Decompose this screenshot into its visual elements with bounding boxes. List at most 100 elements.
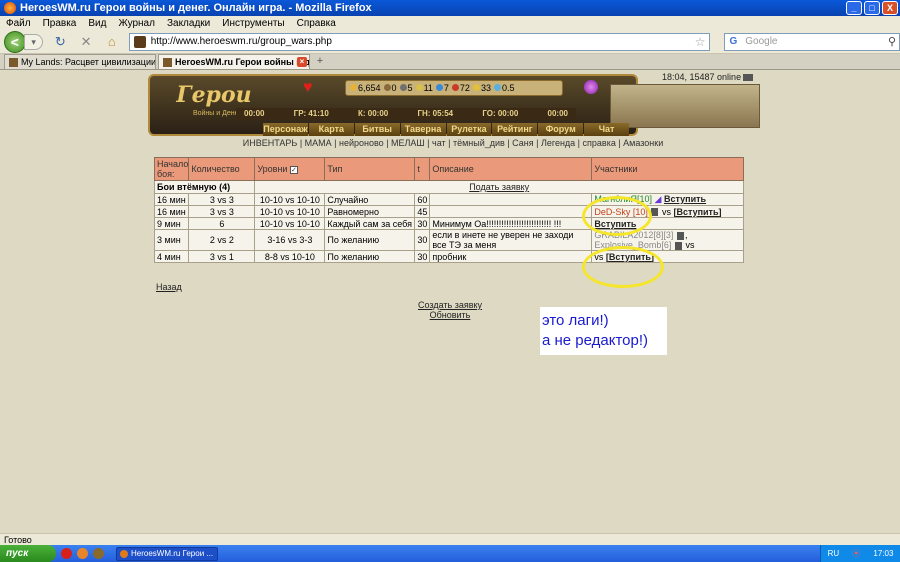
menu-bookmarks[interactable]: Закладки <box>167 18 210 29</box>
nav-roulette[interactable]: Рулетка <box>446 123 492 136</box>
nav-chat[interactable]: Чат <box>584 123 629 136</box>
col-description: Описание <box>429 157 593 181</box>
start-button[interactable]: пуск <box>0 545 56 562</box>
col-time: t <box>414 157 431 181</box>
tab-strip: My Lands: Расцвет цивилизации: Арх... He… <box>0 54 900 70</box>
search-bar[interactable]: G Google ⚲ <box>724 32 900 51</box>
highlight-circle <box>582 196 652 236</box>
taskbar-window-item[interactable]: HeroesWM.ru Герои ... <box>116 546 218 561</box>
page-content: Герои Войны и Денег ♥ 6,654 0 5 11 7 72 … <box>0 70 900 533</box>
timer-k: К: 00:00 <box>358 109 389 118</box>
menu-help[interactable]: Справка <box>297 18 336 29</box>
menu-tools[interactable]: Инструменты <box>222 18 284 29</box>
castle-banner[interactable] <box>610 84 760 128</box>
bookmark-star-icon[interactable]: ☆ <box>695 35 706 49</box>
firefox-icon[interactable] <box>77 548 88 559</box>
table-header-row: Начало боя: Количество Уровни ✓ Тип t Оп… <box>153 157 744 181</box>
menu-history[interactable]: Журнал <box>118 18 155 29</box>
submit-request-link[interactable]: Подать заявку <box>469 182 529 192</box>
tab-close-icon[interactable]: × <box>297 57 307 67</box>
search-icon[interactable]: ⚲ <box>888 35 896 48</box>
game-sub-nav[interactable]: ИНВЕНТАРЬ | МАМА | нейроново | МЕЛАШ | ч… <box>238 138 668 148</box>
group-wars-table: Начало боя: Количество Уровни ✓ Тип t Оп… <box>153 157 744 263</box>
resource-sulfur: 11 <box>415 83 433 93</box>
timer-gn: ГН: 05:54 <box>417 109 454 118</box>
resource-bar: 6,654 0 5 11 7 72 33 0.5 <box>345 80 563 96</box>
ore-icon <box>399 84 407 91</box>
refresh-link[interactable]: Обновить <box>400 310 500 320</box>
gold-icon <box>350 84 357 91</box>
timer: 00:00 <box>547 109 568 118</box>
nav-rating[interactable]: Рейтинг <box>492 123 538 136</box>
firefox-icon <box>4 2 16 14</box>
action-links: Создать заявку Обновить <box>400 300 500 320</box>
group-title: Бои втёмную (4) <box>153 180 256 194</box>
table-row: 16 мин 3 vs 3 10-10 vs 10-10 Равномерно … <box>153 205 744 218</box>
join-button[interactable]: [Вступить] <box>673 207 721 217</box>
wood-icon <box>383 84 391 91</box>
antivirus-icon[interactable]: ⦿ <box>852 548 860 559</box>
annotation-note: это лаги!) а не редактор!) <box>540 307 667 355</box>
timer: 00:00 <box>244 109 265 118</box>
clan-icon <box>674 241 682 250</box>
nav-forum[interactable]: Форум <box>538 123 584 136</box>
nav-map[interactable]: Карта <box>308 123 354 136</box>
tab-label: My Lands: Расцвет цивилизации: Арх... <box>21 57 156 67</box>
highlight-circle <box>582 246 664 288</box>
window-title: HeroesWM.ru Герои войны и денег. Онлайн … <box>20 2 372 14</box>
browser-icon[interactable] <box>93 548 104 559</box>
menu-edit[interactable]: Правка <box>43 18 77 29</box>
clan-icon <box>676 231 684 240</box>
stop-icon[interactable]: ✕ <box>77 33 95 51</box>
menu-file[interactable]: Файл <box>6 18 31 29</box>
resource-gems: 72 <box>451 83 470 93</box>
opera-icon[interactable] <box>61 548 72 559</box>
menu-view[interactable]: Вид <box>88 18 106 29</box>
annotation-line-2: а не редактор!) <box>542 332 649 349</box>
close-button[interactable]: X <box>882 1 898 15</box>
menu-bar: Файл Правка Вид Журнал Закладки Инструме… <box>0 16 900 30</box>
new-tab-button[interactable]: + <box>312 54 328 69</box>
game-main-nav: Персонаж Карта Битвы Таверна Рулетка Рей… <box>263 123 629 136</box>
home-icon[interactable]: ⌂ <box>103 33 121 51</box>
window-titlebar: HeroesWM.ru Герои войны и денег. Онлайн … <box>0 0 900 16</box>
nav-character[interactable]: Персонаж <box>263 123 308 136</box>
resource-diamonds: 0.5 <box>493 83 514 93</box>
forward-dropdown-button[interactable]: ▾ <box>23 33 44 50</box>
nav-battles[interactable]: Битвы <box>354 123 400 136</box>
system-tray: RU ⦿ 17:03 <box>820 545 900 562</box>
reload-icon[interactable]: ↻ <box>51 33 69 51</box>
tab-heroeswm[interactable]: HeroesWM.ru Герои войны и ден... × <box>158 54 310 69</box>
timer-go: ГО: 00:00 <box>482 109 519 118</box>
navigation-toolbar: < ▾ ↻ ✕ ⌂ http://www.heroeswm.ru/group_w… <box>0 30 900 54</box>
annotation-line-1: это лаги!) <box>542 312 609 329</box>
col-participants: Участники <box>591 157 744 181</box>
nav-tavern[interactable]: Таверна <box>400 123 446 136</box>
resource-crystal: 7 <box>435 83 449 93</box>
diamond-icon <box>493 84 501 91</box>
tab-mylands[interactable]: My Lands: Расцвет цивилизации: Арх... <box>4 54 156 69</box>
col-start: Начало боя: <box>153 157 190 181</box>
group-header-row: Бои втёмную (4) Подать заявку <box>153 180 744 194</box>
site-favicon <box>133 35 146 48</box>
mail-icon[interactable] <box>743 74 754 82</box>
resource-wood: 0 <box>383 83 397 93</box>
create-request-link[interactable]: Создать заявку <box>400 300 500 310</box>
resource-mercury: 33 <box>472 83 491 93</box>
back-button[interactable]: < <box>4 30 26 53</box>
minimize-button[interactable]: _ <box>846 1 862 15</box>
language-indicator[interactable]: RU <box>828 549 840 558</box>
timers-strip: 00:00 ГР: 41:10 К: 00:00 ГН: 05:54 ГО: 0… <box>236 108 576 120</box>
resource-gold: 6,654 <box>350 83 381 93</box>
join-button[interactable]: Вступить <box>664 194 706 204</box>
server-clock: 18:04, 15487 online <box>662 72 754 82</box>
address-bar[interactable]: http://www.heroeswm.ru/group_wars.php ☆ <box>128 32 711 51</box>
google-icon[interactable]: G <box>729 36 737 47</box>
col-levels: Уровни ✓ <box>254 157 326 181</box>
address-text: http://www.heroeswm.ru/group_wars.php <box>150 36 332 47</box>
maximize-button[interactable]: □ <box>864 1 880 15</box>
tab-label: HeroesWM.ru Герои войны и ден... <box>175 57 310 67</box>
back-link[interactable]: Назад <box>156 282 182 292</box>
levels-checkbox[interactable]: ✓ <box>289 165 298 174</box>
health-heart-icon: ♥ <box>303 79 313 96</box>
